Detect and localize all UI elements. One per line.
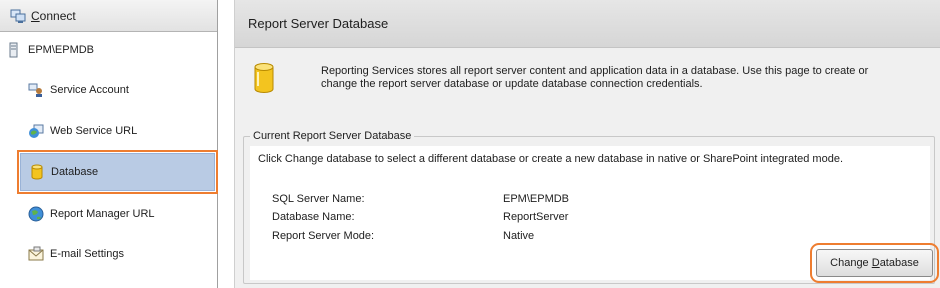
intro-text: Reporting Services stores all report ser…: [321, 65, 869, 90]
report-server-mode-value: Native: [503, 230, 535, 242]
nav-item-email-settings[interactable]: E-mail Settings: [20, 235, 215, 273]
nav-item-label: E-mail Settings: [50, 248, 124, 260]
intro-section: Reporting Services stores all report ser…: [253, 62, 923, 94]
group-legend: Current Report Server Database: [250, 130, 415, 142]
service-account-icon: [28, 82, 44, 98]
connect-label: Connect: [31, 8, 76, 23]
page-title: Report Server Database: [235, 0, 940, 48]
nav-item-database[interactable]: Database: [17, 150, 218, 194]
nav-item-label: Service Account: [50, 84, 129, 96]
database-icon: [253, 62, 275, 94]
report-server-mode-label: Report Server Mode:: [272, 230, 375, 242]
server-node[interactable]: EPM\EPMDB: [6, 40, 94, 60]
content-pane: Report Server Database Reporting Service…: [234, 0, 940, 288]
web-service-icon: [28, 123, 44, 139]
nav-item-label: Report Manager URL: [50, 208, 155, 220]
current-database-group: Current Report Server Database Click Cha…: [243, 130, 939, 284]
connect-icon: [10, 8, 26, 24]
database-name-value: ReportServer: [503, 211, 569, 223]
nav-item-label: Database: [51, 166, 99, 178]
change-database-button[interactable]: Change Database: [810, 243, 939, 283]
database-icon: [29, 164, 45, 180]
nav-item-report-manager-url[interactable]: Report Manager URL: [20, 195, 215, 233]
nav-item-label: Web Service URL: [50, 125, 138, 137]
connect-button[interactable]: Connect: [0, 0, 217, 32]
group-description: Click Change database to select a differ…: [258, 153, 844, 165]
nav-item-web-service-url[interactable]: Web Service URL: [20, 112, 215, 150]
sql-server-name-label: SQL Server Name:: [272, 193, 365, 205]
navigation-pane: Connect EPM\EPMDB Service Account Web Se…: [0, 0, 218, 288]
database-name-label: Database Name:: [272, 211, 355, 223]
group-body: Click Change database to select a differ…: [250, 146, 939, 283]
globe-icon: [28, 206, 44, 222]
server-icon: [6, 42, 22, 58]
server-name: EPM\EPMDB: [28, 44, 95, 56]
email-icon: [28, 246, 44, 262]
sql-server-name-value: EPM\EPMDB: [503, 193, 570, 205]
nav-item-service-account[interactable]: Service Account: [20, 71, 215, 109]
